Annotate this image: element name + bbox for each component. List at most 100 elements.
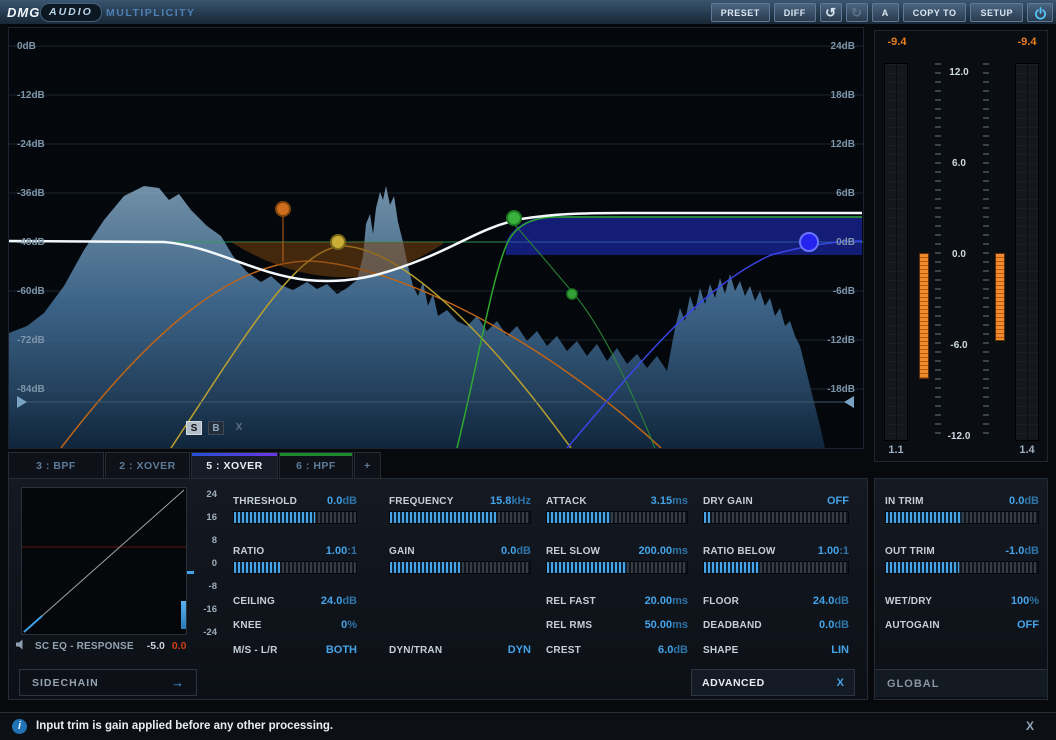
status-message: Input trim is gain applied before any ot… — [36, 720, 333, 732]
bypass-button[interactable]: B — [208, 421, 224, 435]
param-value: 0.0dB — [501, 545, 531, 557]
transfer-axis-label: -16 — [195, 604, 217, 615]
right-axis-label: 6dB — [811, 188, 855, 199]
tab-label: 6 : HPF — [296, 460, 336, 472]
copy-to-button[interactable]: COPY TO — [903, 3, 967, 22]
status-bar: i Input trim is gain applied before any … — [0, 712, 1056, 740]
param-ratio-below[interactable]: RATIO BELOW 1.00:1 — [703, 545, 849, 558]
param-value: DYN — [508, 644, 531, 656]
param-in-trim[interactable]: IN TRIM 0.0dB — [885, 495, 1039, 508]
ab-compare-button[interactable]: A — [872, 3, 899, 22]
param-ceiling[interactable]: CEILING 24.0dB — [233, 595, 357, 608]
sceq-response-value[interactable]: -5.0 — [147, 640, 165, 652]
param-value: 24.0dB — [813, 595, 849, 607]
rel-slow-slider[interactable] — [546, 561, 688, 574]
solo-button[interactable]: S — [186, 421, 202, 435]
param-threshold[interactable]: THRESHOLD 0.0dB — [233, 495, 357, 508]
threshold-slider[interactable] — [233, 511, 357, 524]
left-axis-label: -60dB — [17, 286, 45, 297]
in-trim-slider[interactable] — [885, 511, 1039, 524]
left-axis-label: 0dB — [17, 41, 36, 52]
param-value: 0.0dB — [1009, 495, 1039, 507]
setup-button[interactable]: SETUP — [970, 3, 1023, 22]
sidechain-button[interactable]: SIDECHAIN → — [19, 669, 197, 696]
diff-button[interactable]: DIFF — [774, 3, 816, 22]
band-controls-panel: 24 16 8 0 -8 -16 -24 SC EQ - RESPONSE -5… — [8, 478, 868, 700]
param-rel-fast[interactable]: REL FAST 20.00ms — [546, 595, 688, 608]
transfer-axis-label: 0 — [195, 558, 217, 569]
param-label: DEADBAND — [703, 620, 762, 631]
tab-label: 3 : BPF — [36, 460, 76, 472]
left-axis-label: -84dB — [17, 384, 45, 395]
param-label: WET/DRY — [885, 596, 932, 607]
power-button[interactable] — [1027, 3, 1053, 22]
param-label: DRY GAIN — [703, 496, 753, 507]
sidechain-eq-row[interactable]: SC EQ - RESPONSE -5.0 0.0 — [15, 639, 186, 653]
param-label: OUT TRIM — [885, 546, 935, 557]
speaker-icon[interactable] — [15, 637, 28, 655]
gain-slider[interactable] — [389, 561, 531, 574]
global-controls-panel: IN TRIM 0.0dB OUT TRIM -1.0dB WET/DRY 10… — [874, 478, 1048, 700]
attack-slider[interactable] — [546, 511, 688, 524]
param-frequency[interactable]: FREQUENCY 15.8kHz — [389, 495, 531, 508]
param-crest[interactable]: CREST 6.0dB — [546, 644, 688, 657]
param-ratio[interactable]: RATIO 1.00:1 — [233, 545, 357, 558]
frequency-slider[interactable] — [389, 511, 531, 524]
param-label: FREQUENCY — [389, 496, 454, 507]
param-floor[interactable]: FLOOR 24.0dB — [703, 595, 849, 608]
param-ms-lr[interactable]: M/S - L/R BOTH — [233, 644, 357, 657]
param-shape[interactable]: SHAPE LIN — [703, 644, 849, 657]
spectrum-eq-display[interactable]: 0dB -12dB -24dB -36dB -48dB -60dB -72dB … — [8, 27, 864, 449]
param-rel-slow[interactable]: REL SLOW 200.00ms — [546, 545, 688, 558]
sceq-response-label: SC EQ - RESPONSE — [35, 641, 134, 652]
out-trim-slider[interactable] — [885, 561, 1039, 574]
param-label: DYN/TRAN — [389, 645, 442, 656]
preset-button[interactable]: PRESET — [711, 3, 770, 22]
ratio-below-slider[interactable] — [703, 561, 849, 574]
param-label: REL SLOW — [546, 546, 600, 557]
audio-logo-badge: AUDIO — [40, 3, 102, 22]
param-wet-dry[interactable]: WET/DRY 100% — [885, 595, 1039, 608]
global-section-header[interactable]: GLOBAL — [875, 669, 1047, 697]
param-dry-gain[interactable]: DRY GAIN OFF — [703, 495, 849, 508]
advanced-button[interactable]: ADVANCED X — [691, 669, 855, 696]
band4-node[interactable] — [331, 235, 345, 249]
tab-add-band[interactable]: + — [354, 452, 381, 478]
param-deadband[interactable]: DEADBAND 0.0dB — [703, 619, 849, 632]
band5-xover-node[interactable] — [567, 289, 577, 299]
status-close-icon[interactable]: X — [1026, 719, 1034, 733]
band3-node[interactable] — [276, 202, 290, 216]
plugin-window: DMG AUDIO MULTIPLICITY PRESET DIFF ↺ ↻ A… — [0, 0, 1056, 740]
param-value: BOTH — [326, 644, 357, 656]
dry-gain-slider[interactable] — [703, 511, 849, 524]
sceq-offset-value[interactable]: 0.0 — [172, 640, 187, 652]
zoom-handle-right[interactable] — [844, 396, 854, 408]
band5-node[interactable] — [507, 211, 521, 225]
advanced-close-icon[interactable]: X — [837, 677, 844, 689]
undo-icon[interactable]: ↺ — [820, 3, 842, 22]
meter-scale-label: -12.0 — [933, 431, 985, 442]
delete-band-button[interactable]: X — [231, 421, 247, 435]
param-value: 200.00ms — [638, 545, 688, 557]
param-out-trim[interactable]: OUT TRIM -1.0dB — [885, 545, 1039, 558]
tab-label: 5 : XOVER — [206, 460, 262, 472]
transfer-axis-label: 8 — [195, 535, 217, 546]
param-rel-rms[interactable]: REL RMS 50.00ms — [546, 619, 688, 632]
gain-marker — [187, 571, 194, 574]
tab-band2-xover[interactable]: 2 : XOVER — [105, 452, 190, 478]
tab-band3-bpf[interactable]: 3 : BPF — [8, 452, 104, 478]
band6-color-stripe — [280, 453, 352, 456]
redo-icon[interactable]: ↻ — [846, 3, 868, 22]
ratio-slider[interactable] — [233, 561, 357, 574]
meter-panel: -9.4 -9.4 12.0 6.0 0.0 -6.0 -12.0 1.1 1.… — [874, 30, 1048, 462]
param-autogain[interactable]: AUTOGAIN OFF — [885, 619, 1039, 632]
advanced-label: ADVANCED — [702, 677, 765, 689]
right-axis-label: 24dB — [811, 41, 855, 52]
tab-band5-xover[interactable]: 5 : XOVER — [191, 452, 278, 478]
tab-band6-hpf[interactable]: 6 : HPF — [279, 452, 353, 478]
power-icon — [1034, 12, 1047, 22]
param-dyn-tran[interactable]: DYN/TRAN DYN — [389, 644, 531, 657]
param-attack[interactable]: ATTACK 3.15ms — [546, 495, 688, 508]
param-knee[interactable]: KNEE 0% — [233, 619, 357, 632]
param-gain[interactable]: GAIN 0.0dB — [389, 545, 531, 558]
